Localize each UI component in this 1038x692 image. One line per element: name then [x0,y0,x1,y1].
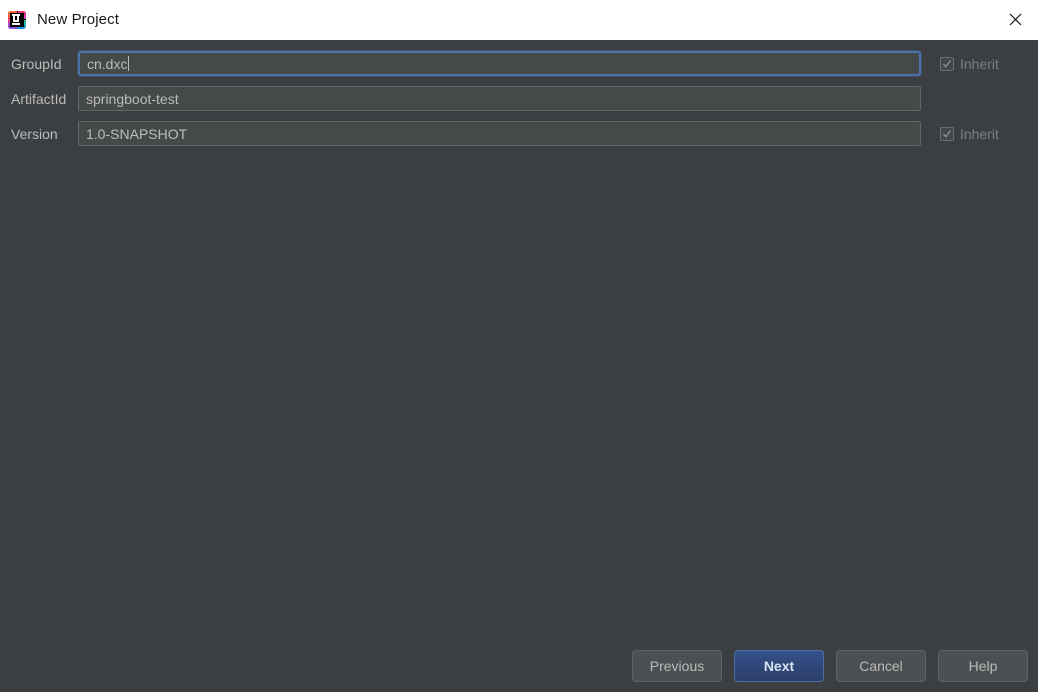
dialog-content: GroupId cn.dxc Inherit ArtifactId spring… [0,40,1038,692]
groupid-input[interactable]: cn.dxc [78,51,921,76]
groupid-inherit-label: Inherit [960,55,999,72]
intellij-idea-logo-icon [8,10,26,29]
form-row-artifactid: ArtifactId springboot-test [0,86,1038,111]
version-inherit-label: Inherit [960,125,999,142]
artifactid-label: ArtifactId [11,90,67,107]
dialog-button-bar: Previous Next Cancel Help [632,650,1028,682]
form-row-groupid: GroupId cn.dxc Inherit [0,51,1038,76]
close-icon [1009,13,1022,26]
checkbox-icon[interactable] [940,126,954,141]
groupid-value: cn.dxc [87,55,128,72]
help-button[interactable]: Help [938,650,1028,682]
text-caret [128,56,130,71]
groupid-inherit-checkbox-group[interactable]: Inherit [940,56,999,72]
form-row-version: Version 1.0-SNAPSHOT Inherit [0,121,1038,146]
close-button[interactable] [992,0,1038,39]
cancel-button[interactable]: Cancel [836,650,926,682]
version-value: 1.0-SNAPSHOT [86,125,188,142]
version-input[interactable]: 1.0-SNAPSHOT [78,121,921,146]
groupid-label: GroupId [11,55,62,72]
version-label: Version [11,125,58,142]
previous-button[interactable]: Previous [632,650,722,682]
new-project-dialog: New Project GroupId cn.dxc Inherit Artif… [0,0,1038,692]
title-bar: New Project [0,0,1038,40]
artifactid-input[interactable]: springboot-test [78,86,921,111]
checkbox-icon[interactable] [940,56,954,71]
maven-coordinates-form: GroupId cn.dxc Inherit ArtifactId spring… [0,51,1038,146]
window-title: New Project [37,11,119,28]
next-button[interactable]: Next [734,650,824,682]
artifactid-value: springboot-test [86,90,179,107]
version-inherit-checkbox-group[interactable]: Inherit [940,126,999,142]
